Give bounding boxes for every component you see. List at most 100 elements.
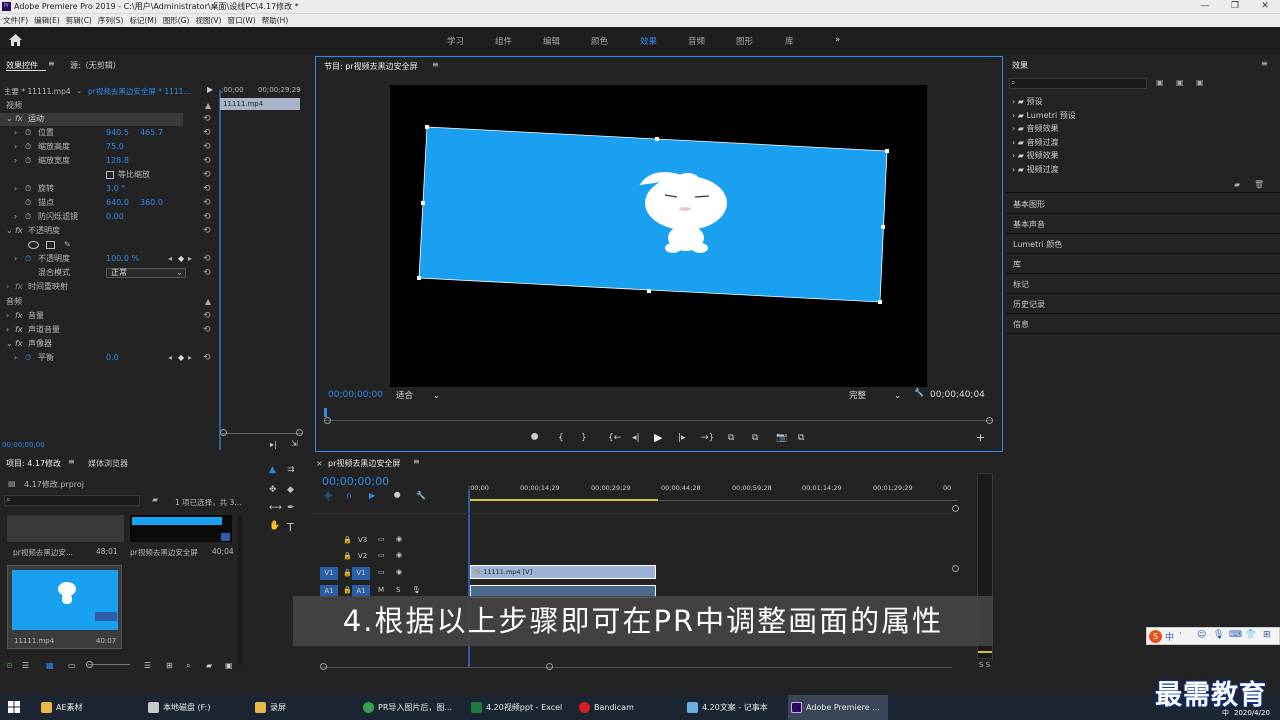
master-clip-label[interactable]: 主要 * 11111.mp4 bbox=[4, 86, 71, 97]
menu-window[interactable]: 窗口(W) bbox=[224, 14, 258, 27]
next-keyframe-icon[interactable]: ▸ bbox=[188, 351, 192, 365]
eye-icon[interactable]: ◉ bbox=[396, 568, 402, 576]
menu-help[interactable]: 帮助(H) bbox=[259, 14, 292, 27]
stopwatch-icon[interactable]: ⏱ bbox=[25, 210, 31, 224]
menu-clip[interactable]: 剪辑(C) bbox=[63, 14, 95, 27]
reset-icon[interactable]: ⟲ bbox=[203, 140, 211, 154]
sync-icon[interactable]: ▭ bbox=[378, 568, 385, 576]
zoom-select[interactable]: 适合 ⌄ bbox=[396, 389, 456, 401]
stopwatch-active-icon[interactable]: ⏱ bbox=[25, 252, 31, 266]
panel-libraries[interactable]: 库 bbox=[1013, 259, 1021, 270]
stopwatch-icon[interactable]: ⏱ bbox=[25, 182, 31, 196]
more-workspaces-icon[interactable]: » bbox=[835, 35, 840, 45]
prev-keyframe-icon[interactable]: ◂ bbox=[168, 252, 172, 266]
fx-icon[interactable]: fx bbox=[15, 323, 23, 337]
expand-opacity-icon[interactable]: ⌄ bbox=[6, 224, 13, 238]
reset-motion-icon[interactable]: ⟲ bbox=[203, 112, 211, 126]
expand-icon[interactable]: › bbox=[14, 154, 17, 168]
prev-keyframe-icon[interactable]: ◂ bbox=[168, 351, 172, 365]
prop-rotation[interactable]: 3.0 ° bbox=[106, 182, 125, 196]
wrench-icon[interactable]: 🔧 bbox=[416, 491, 426, 500]
folder-audio-transitions[interactable]: › ▰ 音频过渡 bbox=[1012, 136, 1076, 150]
reset-icon[interactable]: ⟲ bbox=[203, 323, 211, 337]
program-current-time[interactable]: 00;00;00;00 bbox=[328, 390, 383, 400]
voice-icon[interactable]: 🎙 bbox=[1213, 630, 1224, 640]
panel-menu-icon[interactable]: ≡ bbox=[1261, 59, 1268, 68]
channel-volume-label[interactable]: 声道音量 bbox=[28, 323, 60, 337]
close-tab-icon[interactable]: × bbox=[316, 459, 323, 468]
stopwatch-icon[interactable]: ⏱ bbox=[25, 126, 31, 140]
lock-icon[interactable]: 🔒 bbox=[343, 552, 352, 560]
mic-icon[interactable]: 🎙 bbox=[412, 586, 421, 594]
stopwatch-active-icon[interactable]: ⏱ bbox=[25, 351, 31, 365]
step-forward-icon[interactable]: |▸ bbox=[678, 433, 686, 443]
balance-value[interactable]: 0.0 bbox=[106, 351, 119, 365]
add-keyframe-icon[interactable]: ◆ bbox=[178, 252, 184, 266]
export-frame-icon[interactable]: ⇲ bbox=[291, 439, 298, 448]
zoom-slider[interactable] bbox=[88, 664, 130, 665]
pen-tool-icon[interactable]: ✒ bbox=[287, 503, 295, 513]
timeline-zoom-handle-right[interactable] bbox=[546, 663, 553, 670]
maximize-icon[interactable]: ❐ bbox=[1220, 0, 1250, 13]
prop-position-y[interactable]: 465.7 bbox=[140, 126, 163, 140]
type-tool-icon[interactable]: T bbox=[287, 521, 294, 534]
program-playhead[interactable] bbox=[324, 408, 327, 417]
marker-icon[interactable]: ⯃ bbox=[394, 491, 400, 501]
taskbar-item-local-disk[interactable]: 本地磁盘 (F:) bbox=[145, 695, 245, 720]
effects-search-input[interactable] bbox=[1009, 78, 1147, 89]
reset-icon[interactable]: ⟲ bbox=[203, 266, 211, 280]
reset-icon[interactable]: ⟲ bbox=[203, 154, 211, 168]
opacity-section-label[interactable]: 不透明度 bbox=[28, 224, 60, 238]
menu-sequence[interactable]: 序列(S) bbox=[95, 14, 127, 27]
opacity-value[interactable]: 100.0 % bbox=[106, 252, 139, 266]
expand-icon[interactable]: › bbox=[14, 140, 17, 154]
taskbar-item-recording[interactable]: 录屏 bbox=[252, 695, 352, 720]
new-item-icon[interactable]: ▣ bbox=[225, 661, 233, 670]
zoom-slider-handle[interactable] bbox=[86, 661, 93, 668]
slip-tool-icon[interactable]: ⟷ bbox=[269, 503, 282, 513]
add-keyframe-icon[interactable]: ◆ bbox=[178, 351, 184, 365]
track-select-tool-icon[interactable]: ⇉ bbox=[287, 465, 295, 475]
new-bin-icon[interactable]: ▰ bbox=[1234, 180, 1240, 189]
playback-resolution-select[interactable]: 完整 ⌄ bbox=[849, 389, 909, 401]
source-patch-v1[interactable]: V1 bbox=[320, 567, 338, 580]
workspace-editing[interactable]: 编辑 bbox=[543, 35, 560, 47]
prop-scale-width[interactable]: 128.8 bbox=[106, 154, 129, 168]
taskbar-item-notepad[interactable]: 4.20文案 - 记事本 bbox=[684, 695, 784, 720]
menu-edit[interactable]: 编辑(E) bbox=[31, 14, 63, 27]
mute-icon[interactable]: M bbox=[378, 586, 384, 594]
panel-menu-icon[interactable]: ≡ bbox=[413, 457, 420, 466]
automate-icon[interactable]: ⊞ bbox=[166, 661, 173, 670]
expand-icon[interactable]: › bbox=[6, 323, 9, 337]
ripple-edit-tool-icon[interactable]: ✥ bbox=[269, 485, 277, 495]
thumb-sequence-1[interactable] bbox=[7, 515, 124, 542]
tab-project[interactable]: 项目: 4.17修改 bbox=[6, 458, 61, 469]
folder-video-transitions[interactable]: › ▰ 视频过渡 bbox=[1012, 163, 1076, 177]
thumb-clip-selected[interactable]: 11111.mp4 40:07 bbox=[7, 565, 122, 649]
workspace-color[interactable]: 颜色 bbox=[591, 35, 608, 47]
stopwatch-icon[interactable]: ⏱ bbox=[25, 140, 31, 154]
panel-lumetri-color[interactable]: Lumetri 颜色 bbox=[1013, 239, 1062, 250]
expand-icon[interactable]: › bbox=[14, 210, 17, 224]
folder-video-effects[interactable]: › ▰ 视频效果 bbox=[1012, 149, 1076, 163]
panel-essential-sound[interactable]: 基本声音 bbox=[1013, 219, 1045, 230]
collapse-video-icon[interactable]: ▲ bbox=[205, 99, 211, 113]
expand-motion-icon[interactable]: ⌄ bbox=[6, 112, 13, 126]
expand-icon[interactable]: › bbox=[14, 351, 17, 365]
workspace-assembly[interactable]: 组件 bbox=[495, 35, 512, 47]
clip-chevron-icon[interactable]: ⌄ bbox=[76, 86, 82, 95]
timeline-current-time[interactable]: 00;00;00;00 bbox=[322, 475, 389, 488]
eye-icon[interactable]: ◉ bbox=[396, 551, 402, 559]
expand-icon[interactable]: › bbox=[6, 280, 9, 294]
yuv-effects-icon[interactable]: ▣ bbox=[1196, 78, 1204, 87]
sogou-icon[interactable]: S bbox=[1149, 630, 1162, 643]
pen-mask-icon[interactable]: ✎ bbox=[64, 238, 71, 252]
solo-meter-icon[interactable]: S S bbox=[979, 661, 990, 669]
lock-icon[interactable]: 🔒 bbox=[343, 569, 352, 577]
reset-opacity-icon[interactable]: ⟲ bbox=[203, 224, 211, 238]
taskbar-item-ae-folder[interactable]: AE素材 bbox=[38, 695, 138, 720]
ec-zoom-scrollbar[interactable] bbox=[222, 433, 302, 434]
add-marker-icon[interactable]: ▶ bbox=[369, 491, 375, 500]
next-keyframe-icon[interactable]: ▸ bbox=[188, 252, 192, 266]
go-to-out-icon[interactable]: →} bbox=[701, 433, 714, 443]
